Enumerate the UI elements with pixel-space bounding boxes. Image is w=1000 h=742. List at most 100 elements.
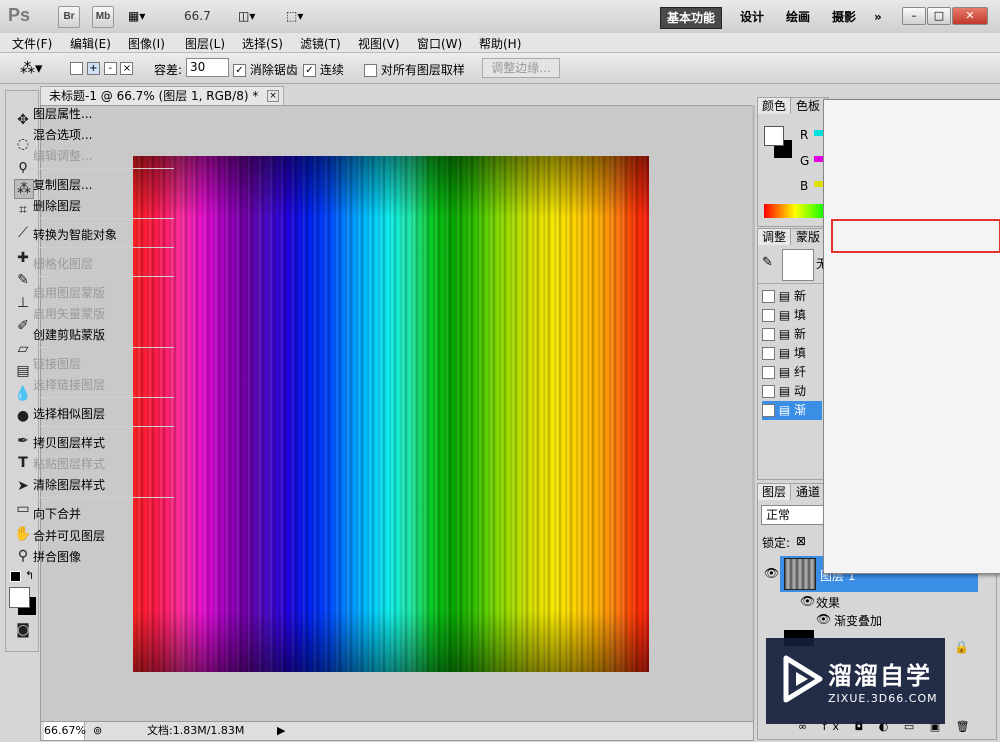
- add-selection-icon[interactable]: +: [86, 62, 100, 75]
- intersect-selection-icon[interactable]: ×: [120, 62, 134, 75]
- eyedropper-tool-icon[interactable]: ⟋: [14, 224, 32, 242]
- adjust-item[interactable]: ▤ 动: [762, 382, 822, 401]
- adjust-item[interactable]: ▤ 新: [762, 325, 822, 344]
- effects-eye-icon[interactable]: 👁: [800, 594, 815, 608]
- menu-edit-adjustment[interactable]: 编辑调整...: [33, 147, 92, 165]
- type-tool-icon[interactable]: T: [14, 454, 32, 472]
- vertical-scrollbar[interactable]: [752, 105, 755, 720]
- menu-rasterize-layer[interactable]: 栅格化图层: [33, 255, 93, 273]
- view-extras-button[interactable]: ▦▾: [128, 9, 145, 23]
- contiguous-checkbox[interactable]: ✓ 连续: [303, 61, 344, 78]
- gradient-tool-icon[interactable]: ▤: [14, 362, 32, 380]
- menu-file[interactable]: 文件(F): [12, 35, 52, 52]
- menu-copy-layer-style[interactable]: 拷贝图层样式: [33, 434, 105, 452]
- bridge-button[interactable]: Br: [58, 6, 80, 28]
- document-tab[interactable]: 未标题-1 @ 66.7% (图层 1, RGB/8) * ×: [40, 86, 284, 105]
- tolerance-input[interactable]: 30: [186, 58, 229, 77]
- quick-mask-icon[interactable]: ◙: [14, 621, 32, 639]
- magic-wand-tool-icon[interactable]: ⁂: [14, 179, 34, 199]
- lasso-tool-icon[interactable]: ϙ: [14, 157, 32, 175]
- move-tool-icon[interactable]: ✥: [14, 111, 32, 129]
- menu-help[interactable]: 帮助(H): [479, 35, 521, 52]
- menu-duplicate-layer[interactable]: 复制图层...: [33, 176, 92, 194]
- history-brush-tool-icon[interactable]: ✐: [14, 317, 32, 335]
- tab-layers[interactable]: 图层: [758, 484, 792, 500]
- eraser-tool-icon[interactable]: ▱: [14, 340, 32, 358]
- arrange-documents-button[interactable]: ◫▾: [238, 9, 255, 23]
- menu-enable-layer-mask[interactable]: 启用图层蒙版: [33, 284, 105, 302]
- minimize-button[interactable]: –: [902, 7, 926, 25]
- menu-paste-layer-style[interactable]: 粘贴图层样式: [33, 455, 105, 473]
- menu-blending-options[interactable]: 混合选项...: [33, 126, 92, 144]
- menu-filter[interactable]: 滤镜(T): [300, 35, 341, 52]
- menu-create-clipping-mask[interactable]: 创建剪贴蒙版: [33, 326, 105, 344]
- maximize-button[interactable]: □: [927, 7, 951, 25]
- more-workspaces-button[interactable]: »: [868, 7, 888, 27]
- gradient-overlay-effect[interactable]: 渐变叠加: [834, 612, 882, 629]
- effect-eye-icon[interactable]: 👁: [816, 612, 831, 626]
- document-size-info[interactable]: 文档:1.83M/1.83M: [147, 722, 244, 740]
- adjust-item[interactable]: ▤ 纤: [762, 363, 822, 382]
- close-document-icon[interactable]: ×: [267, 90, 279, 102]
- close-window-button[interactable]: ✕: [952, 7, 988, 25]
- adjust-item[interactable]: ▤ 填: [762, 306, 822, 325]
- path-selection-tool-icon[interactable]: ➤: [14, 477, 32, 495]
- tab-channels[interactable]: 通道: [792, 484, 826, 500]
- status-menu-arrow-icon[interactable]: ▶: [277, 722, 285, 740]
- tab-adjustments[interactable]: 调整: [758, 229, 792, 245]
- foreground-color-swatch[interactable]: [9, 587, 30, 608]
- menu-layer-properties[interactable]: 图层属性...: [33, 105, 92, 123]
- menu-merge-visible[interactable]: 合并可见图层: [33, 527, 105, 545]
- menu-merge-down[interactable]: 向下合并: [33, 505, 81, 523]
- menu-select-similar-layers[interactable]: 选择相似图层: [33, 405, 105, 423]
- menu-window[interactable]: 窗口(W): [417, 35, 462, 52]
- crop-tool-icon[interactable]: ⌗: [14, 201, 32, 219]
- blur-tool-icon[interactable]: 💧: [14, 385, 32, 403]
- hand-tool-icon[interactable]: ✋: [14, 525, 32, 543]
- clone-stamp-tool-icon[interactable]: ⊥: [14, 294, 32, 312]
- layer-visibility-eye-icon[interactable]: 👁: [764, 566, 779, 580]
- tab-color[interactable]: 颜色: [758, 98, 792, 114]
- menu-layer[interactable]: 图层(L): [185, 35, 225, 52]
- sample-all-layers-checkbox[interactable]: 对所有图层取样: [364, 61, 465, 78]
- swap-colors-icon[interactable]: ↰: [25, 569, 34, 582]
- workspace-painting-button[interactable]: 绘画: [780, 7, 816, 27]
- adjust-item[interactable]: ▤ 填: [762, 344, 822, 363]
- zoom-tool-icon[interactable]: ⚲: [14, 547, 32, 565]
- minibridge-button[interactable]: Mb: [92, 6, 114, 28]
- refine-edge-button[interactable]: 调整边缘...: [482, 58, 560, 78]
- tab-swatches[interactable]: 色板: [792, 98, 826, 114]
- subtract-selection-icon[interactable]: -: [103, 62, 117, 75]
- menu-image[interactable]: 图像(I): [128, 35, 165, 52]
- brush-tool-icon[interactable]: ✎: [14, 271, 32, 289]
- tab-masks[interactable]: 蒙版: [792, 229, 826, 245]
- antialias-checkbox[interactable]: ✓ 消除锯齿: [233, 61, 298, 78]
- menu-delete-layer[interactable]: 删除图层: [33, 197, 81, 215]
- menu-select[interactable]: 选择(S): [242, 35, 283, 52]
- menu-clear-layer-style[interactable]: 清除图层样式: [33, 476, 105, 494]
- color-ramp[interactable]: [764, 204, 826, 218]
- dodge-tool-icon[interactable]: ●: [14, 407, 32, 425]
- healing-brush-tool-icon[interactable]: ✚: [14, 249, 32, 267]
- menu-edit[interactable]: 编辑(E): [70, 35, 111, 52]
- preset-brush-icon[interactable]: ✎: [762, 255, 773, 270]
- screen-mode-button[interactable]: ⬚▾: [286, 9, 303, 23]
- adjust-item[interactable]: ▤ 新: [762, 287, 822, 306]
- marquee-tool-icon[interactable]: ◌: [14, 135, 32, 153]
- menu-view[interactable]: 视图(V): [358, 35, 400, 52]
- workspace-design-button[interactable]: 设计: [734, 7, 770, 27]
- menu-link-layers[interactable]: 链接图层: [33, 355, 81, 373]
- menu-flatten-image[interactable]: 拼合图像: [33, 548, 81, 566]
- panel-foreground-swatch[interactable]: [764, 126, 784, 146]
- adjust-item-selected[interactable]: ▤ 渐: [762, 401, 822, 420]
- shape-tool-icon[interactable]: ▭: [14, 500, 32, 518]
- new-selection-icon[interactable]: [70, 62, 83, 75]
- workspace-photography-button[interactable]: 摄影: [826, 7, 862, 27]
- menu-enable-vector-mask[interactable]: 启用矢量蒙版: [33, 305, 105, 323]
- pen-tool-icon[interactable]: ✒: [14, 432, 32, 450]
- menu-convert-to-smart-object[interactable]: 转换为智能对象: [33, 226, 117, 244]
- workspace-essentials-button[interactable]: 基本功能: [660, 7, 723, 29]
- zoom-status-field[interactable]: 66.67%: [44, 722, 86, 740]
- default-colors-icon[interactable]: [10, 571, 21, 582]
- blend-mode-select[interactable]: 正常: [761, 505, 829, 525]
